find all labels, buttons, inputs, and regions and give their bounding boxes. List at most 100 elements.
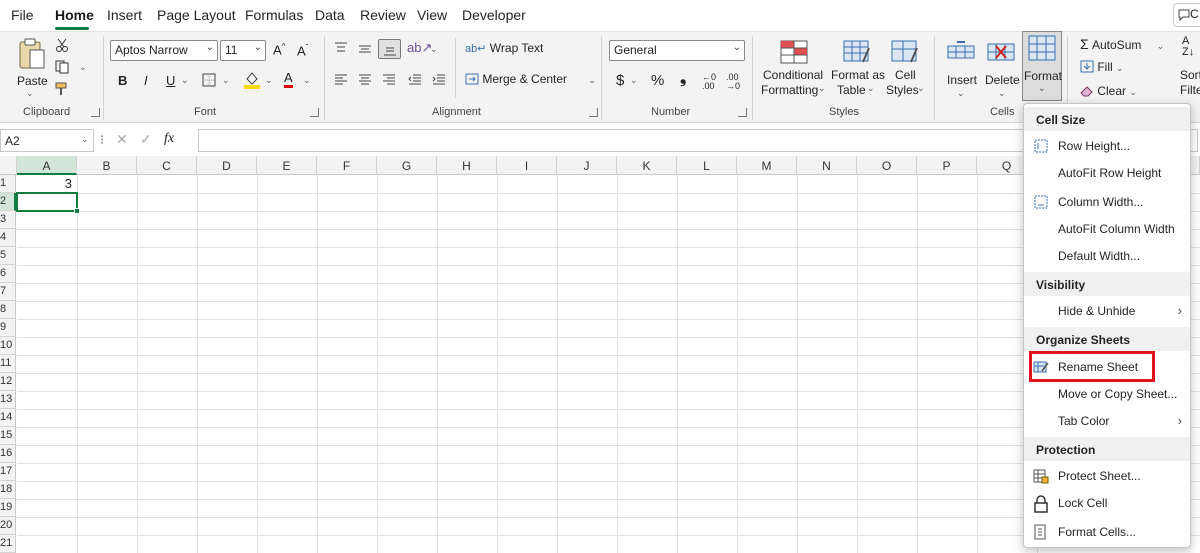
row-header[interactable]: 6	[0, 265, 16, 283]
row-header[interactable]: 18	[0, 481, 16, 499]
select-all-corner[interactable]	[0, 156, 17, 175]
row-header[interactable]: 15	[0, 427, 16, 445]
tab-home[interactable]: Home	[55, 7, 94, 23]
underline-button[interactable]: U	[166, 73, 175, 88]
fill-color-icon[interactable]	[244, 71, 260, 89]
top-align-icon[interactable]	[334, 42, 348, 54]
row-header[interactable]: 10	[0, 337, 16, 355]
align-right-icon[interactable]	[382, 74, 396, 86]
row-header[interactable]: 1	[0, 175, 16, 193]
column-header[interactable]: I	[497, 156, 557, 175]
comma-button[interactable]: ❟	[680, 70, 686, 88]
sort-filter-button[interactable]: A Z↓ Sort Filte	[1178, 36, 1200, 100]
orientation-icon[interactable]: ab↗	[407, 40, 432, 56]
row-header[interactable]: 5	[0, 247, 16, 265]
column-header[interactable]: A	[17, 156, 77, 175]
fill-color-dropdown-icon[interactable]: ⌄	[265, 75, 273, 86]
currency-button[interactable]: $	[616, 72, 624, 89]
number-format-select[interactable]: General ⌄	[609, 40, 745, 61]
clipboard-launcher-icon[interactable]	[91, 108, 100, 117]
row-header[interactable]: 13	[0, 391, 16, 409]
percent-button[interactable]: %	[651, 72, 664, 89]
format-as-table-button[interactable]: Format as Table ⌄	[829, 36, 885, 100]
column-header[interactable]: P	[917, 156, 977, 175]
tab-review[interactable]: Review	[360, 7, 406, 23]
row-header[interactable]: 12	[0, 373, 16, 391]
font-size-select[interactable]: 11 ⌄	[220, 40, 266, 61]
menu-item-autofit-row-height[interactable]: AutoFit Row Height	[1024, 160, 1190, 186]
cancel-icon[interactable]: ✕	[116, 131, 128, 148]
row-header[interactable]: 3	[0, 211, 16, 229]
column-header[interactable]: B	[77, 156, 137, 175]
enter-icon[interactable]: ✓	[140, 131, 152, 148]
copy-icon[interactable]	[55, 60, 71, 74]
decrease-indent-icon[interactable]	[408, 74, 422, 86]
align-center-icon[interactable]	[358, 74, 372, 86]
menu-item-column-width[interactable]: Column Width...	[1024, 189, 1190, 215]
borders-dropdown-icon[interactable]: ⌄	[222, 75, 230, 86]
row-header[interactable]: 16	[0, 445, 16, 463]
column-header[interactable]: J	[557, 156, 617, 175]
menu-item-lock-cell[interactable]: Lock Cell	[1024, 490, 1190, 516]
currency-dropdown-icon[interactable]: ⌄	[630, 75, 638, 86]
conditional-formatting-button[interactable]: Conditional Formatting ⌄	[760, 36, 826, 100]
row-header[interactable]: 11	[0, 355, 16, 373]
orientation-dropdown-icon[interactable]: ⌄	[430, 44, 438, 55]
more-options-icon[interactable]: ⁝	[100, 132, 104, 148]
menu-item-protect-sheet[interactable]: Protect Sheet...	[1024, 463, 1190, 489]
column-header[interactable]: L	[677, 156, 737, 175]
menu-item-default-width[interactable]: Default Width...	[1024, 243, 1190, 269]
underline-dropdown-icon[interactable]: ⌄	[181, 75, 189, 86]
merge-center-button[interactable]: Merge & Center ⌄	[465, 72, 596, 86]
menu-item-autofit-column-width[interactable]: AutoFit Column Width	[1024, 216, 1190, 242]
font-color-button[interactable]: A	[284, 70, 293, 88]
column-header[interactable]: K	[617, 156, 677, 175]
tab-file[interactable]: File	[11, 7, 34, 23]
column-header[interactable]: F	[317, 156, 377, 175]
cell-a1[interactable]: 3	[17, 176, 76, 193]
number-launcher-icon[interactable]	[738, 108, 747, 117]
row-header[interactable]: 20	[0, 517, 16, 535]
row-header[interactable]: 21	[0, 535, 16, 553]
column-header[interactable]: N	[797, 156, 857, 175]
bottom-align-button[interactable]	[378, 39, 401, 59]
menu-item-tab-color[interactable]: Tab Color ›	[1024, 408, 1190, 434]
column-header[interactable]: E	[257, 156, 317, 175]
row-header[interactable]: 9	[0, 319, 16, 337]
menu-item-row-height[interactable]: Row Height...	[1024, 133, 1190, 159]
menu-item-move-copy-sheet[interactable]: Move or Copy Sheet...	[1024, 381, 1190, 407]
insert-function-button[interactable]: fx	[164, 131, 174, 147]
column-header[interactable]: H	[437, 156, 497, 175]
alignment-launcher-icon[interactable]	[589, 108, 598, 117]
borders-icon[interactable]	[202, 73, 216, 87]
fill-button[interactable]: Fill ⌄	[1080, 60, 1124, 74]
middle-align-icon[interactable]	[358, 43, 372, 55]
row-header[interactable]: 19	[0, 499, 16, 517]
row-header[interactable]: 17	[0, 463, 16, 481]
name-box[interactable]: A2 ⌄	[0, 129, 94, 152]
row-header[interactable]: 14	[0, 409, 16, 427]
tab-page-layout[interactable]: Page Layout	[157, 7, 236, 23]
increase-font-size-button[interactable]: A^	[273, 42, 285, 57]
font-color-dropdown-icon[interactable]: ⌄	[303, 75, 311, 86]
tab-data[interactable]: Data	[315, 7, 345, 23]
align-left-icon[interactable]	[334, 74, 348, 86]
italic-button[interactable]: I	[144, 73, 148, 88]
delete-cells-button[interactable]: Delete ⌄	[983, 36, 1021, 100]
row-header[interactable]: 2	[0, 193, 16, 211]
cut-icon[interactable]	[55, 38, 69, 52]
tab-formulas[interactable]: Formulas	[245, 7, 303, 23]
column-header[interactable]: O	[857, 156, 917, 175]
bold-button[interactable]: B	[118, 73, 127, 88]
copy-dropdown-icon[interactable]: ⌄	[79, 62, 87, 73]
paste-button[interactable]: Paste ⌄	[14, 36, 48, 100]
format-painter-icon[interactable]	[55, 82, 71, 96]
font-name-select[interactable]: Aptos Narrow ⌄	[110, 40, 218, 61]
tab-developer[interactable]: Developer	[462, 7, 526, 23]
row-header[interactable]: 4	[0, 229, 16, 247]
fill-handle[interactable]	[74, 208, 80, 214]
cell-styles-button[interactable]: Cell Styles ⌄	[884, 36, 928, 100]
tab-insert[interactable]: Insert	[107, 7, 142, 23]
insert-cells-button[interactable]: Insert ⌄	[943, 36, 979, 100]
menu-item-hide-unhide[interactable]: Hide & Unhide ›	[1024, 298, 1190, 324]
